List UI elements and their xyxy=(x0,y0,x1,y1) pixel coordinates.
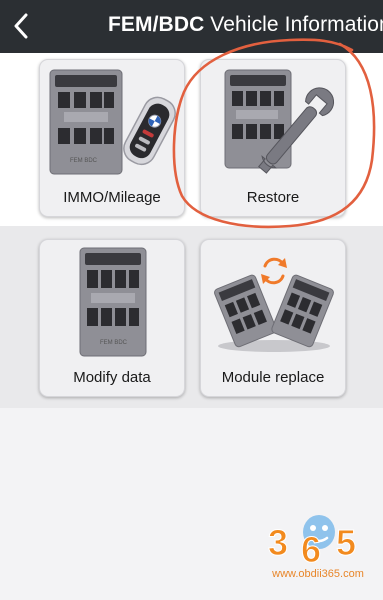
modify-data-button[interactable]: FEM BDC Modify data xyxy=(39,239,185,397)
chevron-left-icon xyxy=(14,13,28,39)
page-title-bold: FEM/BDC xyxy=(108,13,205,36)
svg-text:6: 6 xyxy=(301,529,321,570)
fem-module-icon: FEM BDC xyxy=(79,247,147,357)
immo-mileage-button[interactable]: FEM BDC IMMO/Mileage xyxy=(39,59,185,217)
svg-text:5: 5 xyxy=(336,522,356,563)
watermark-url: www.obdii365.com xyxy=(272,568,364,580)
page-title-rest: Vehicle Information xyxy=(204,13,383,36)
restore-button[interactable]: Restore xyxy=(200,59,346,217)
tile-label: Modify data xyxy=(73,369,151,386)
page-title: FEM/BDC Vehicle Information xyxy=(108,13,383,37)
tile-label: Restore xyxy=(246,189,300,206)
tile-label: IMMO/Mileage xyxy=(63,189,161,206)
module-caption: FEM BDC xyxy=(70,158,98,164)
fem-module-with-wrench-icon xyxy=(224,69,335,174)
svg-text:3: 3 xyxy=(268,522,288,563)
module-replace-button[interactable]: Module replace xyxy=(200,239,346,397)
top-bar: FEM/BDC Vehicle Information xyxy=(0,0,383,53)
two-modules-swap-icon xyxy=(214,257,334,352)
module-caption: FEM BDC xyxy=(100,340,128,346)
tile-label: Module replace xyxy=(221,369,325,386)
fem-module-with-key-fob-icon: FEM BDC xyxy=(49,69,176,175)
back-button[interactable] xyxy=(6,8,36,44)
